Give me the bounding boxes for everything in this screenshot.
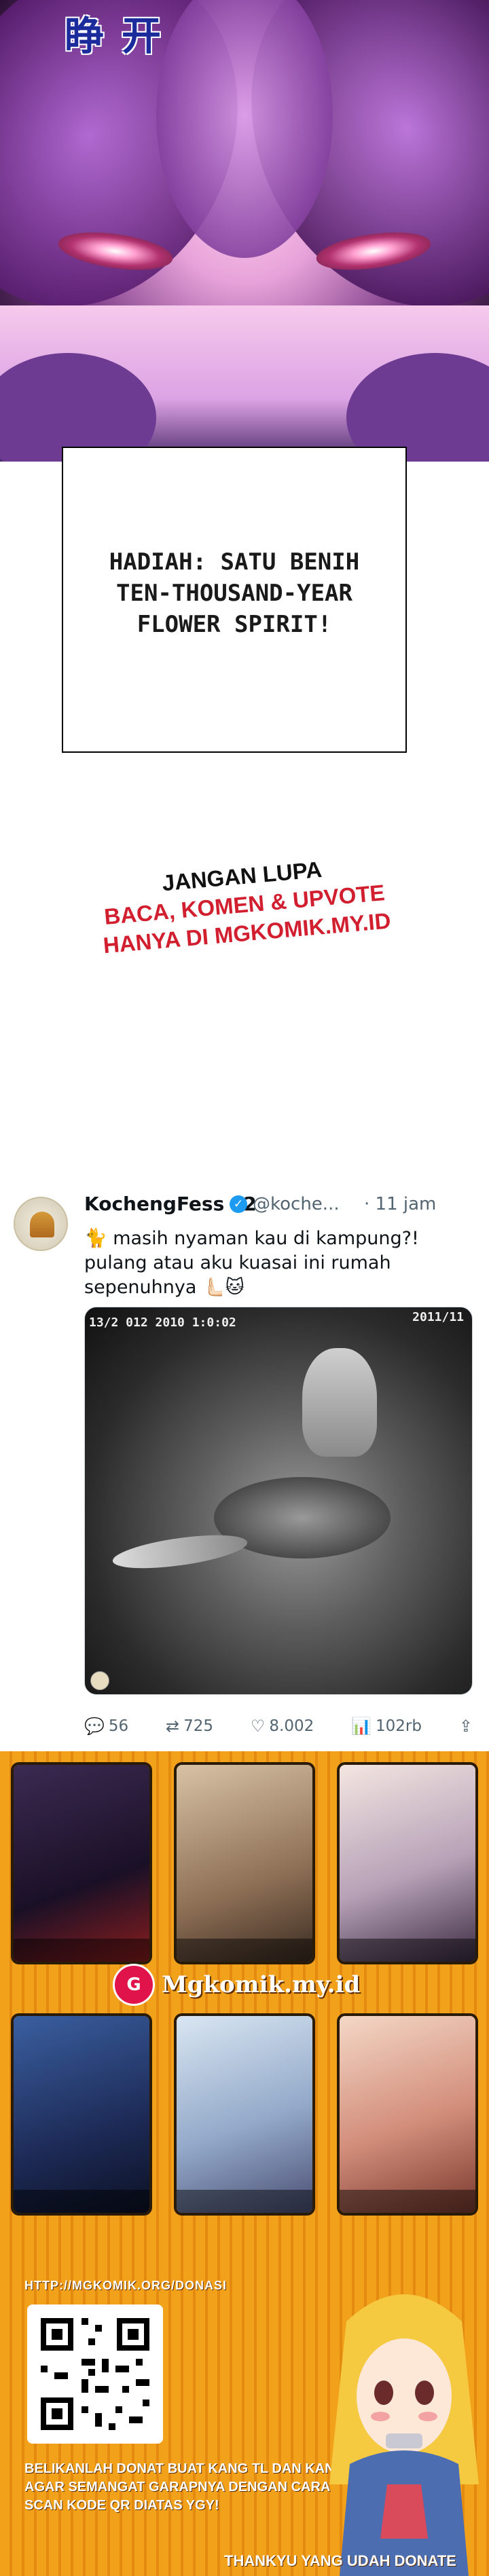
comic-cover-thumbnail[interactable] bbox=[14, 1765, 149, 1962]
logo-text: Mgkomik.my.id bbox=[162, 1971, 361, 1998]
timestamp[interactable]: · 11 jam bbox=[364, 1194, 436, 1214]
reply-button[interactable]: 💬 56 bbox=[84, 1714, 128, 1738]
thumbnail-caption-bar bbox=[340, 1939, 475, 1962]
comic-cover-thumbnail[interactable] bbox=[340, 1765, 475, 1962]
comic-cover-thumbnail[interactable] bbox=[14, 2016, 149, 2213]
cctv-timestamp-right: 2011/11 bbox=[412, 1310, 464, 1324]
share-icon: ⇪ bbox=[458, 1717, 473, 1736]
reply-icon: 💬 bbox=[84, 1717, 105, 1736]
retweet-count: 725 bbox=[183, 1717, 214, 1735]
handle[interactable]: @koche... bbox=[253, 1194, 340, 1214]
views-button[interactable]: 📊 102rb bbox=[351, 1714, 422, 1738]
cctv-timestamp-left: 13/2 012 2010 1:0:02 bbox=[89, 1315, 236, 1330]
heart-icon: ♡ bbox=[250, 1717, 266, 1736]
tweet-media-image[interactable]: 13/2 012 2010 1:0:02 2011/11 bbox=[84, 1307, 473, 1695]
qr-code-graphic bbox=[41, 2318, 149, 2430]
reply-count: 56 bbox=[108, 1717, 129, 1735]
comic-cover-thumbnail[interactable] bbox=[177, 2016, 312, 2213]
verified-badge-icon: ✓ bbox=[230, 1195, 247, 1213]
like-count: 8.002 bbox=[269, 1717, 314, 1735]
comic-cover-thumbnail[interactable] bbox=[340, 2016, 475, 2213]
thanks-text: THANKYU YANG UDAH DONATE bbox=[224, 2552, 456, 2569]
thumbnail-caption-bar bbox=[340, 2190, 475, 2213]
mosque-icon bbox=[30, 1212, 54, 1237]
tweet-actions: 💬 56 ⇄ 725 ♡ 8.002 📊 102rb ⇪ bbox=[84, 1714, 473, 1738]
promo-banner: G Mgkomik.my.id HTTP://MGKOMIK.ORG/DONAS… bbox=[0, 1751, 489, 2576]
manga-art-panel: 睁开 bbox=[0, 0, 489, 462]
view-count: 102rb bbox=[376, 1717, 422, 1735]
logo-mark-icon: G bbox=[113, 1964, 155, 2006]
avatar[interactable] bbox=[14, 1197, 68, 1251]
cat-figure bbox=[302, 1348, 377, 1457]
qr-code bbox=[27, 2304, 163, 2444]
tweet-card[interactable]: KochengFess v2 ✓ @koche... · 11 jam 🐈 ma… bbox=[0, 1171, 489, 1751]
site-logo[interactable]: G Mgkomik.my.id bbox=[113, 1964, 360, 2006]
caption-box: HADIAH: SATU BENIH TEN-THOUSAND-YEAR FLO… bbox=[62, 447, 407, 753]
caption-text: HADIAH: SATU BENIH TEN-THOUSAND-YEAR FLO… bbox=[109, 548, 360, 638]
sfx-text: 睁开 bbox=[65, 13, 179, 59]
like-button[interactable]: ♡ 8.002 bbox=[251, 1714, 314, 1738]
comic-cover-thumbnail[interactable] bbox=[177, 1765, 312, 1962]
thumbnail-caption-bar bbox=[177, 1939, 312, 1962]
donate-url[interactable]: HTTP://MGKOMIK.ORG/DONASI bbox=[24, 2279, 227, 2293]
retweet-icon: ⇄ bbox=[166, 1717, 180, 1736]
watermark-icon bbox=[90, 1671, 109, 1690]
thumbnail-caption-bar bbox=[14, 1939, 149, 1962]
fish bbox=[111, 1529, 249, 1575]
mascot-graphic bbox=[329, 2294, 479, 2576]
thumbnail-caption-bar bbox=[14, 2190, 149, 2213]
reminder-text: JANGAN LUPA BACA, KOMEN & UPVOTE HANYA D… bbox=[0, 841, 489, 969]
thumbnail-caption-bar bbox=[177, 2190, 312, 2213]
retweet-button[interactable]: ⇄ 725 bbox=[166, 1714, 213, 1738]
views-chart-icon: 📊 bbox=[351, 1717, 372, 1736]
tweet-text: 🐈 masih nyaman kau di kampung?! pulang a… bbox=[84, 1228, 419, 1298]
share-button[interactable]: ⇪ bbox=[459, 1714, 473, 1738]
mascot-character bbox=[319, 2281, 489, 2576]
